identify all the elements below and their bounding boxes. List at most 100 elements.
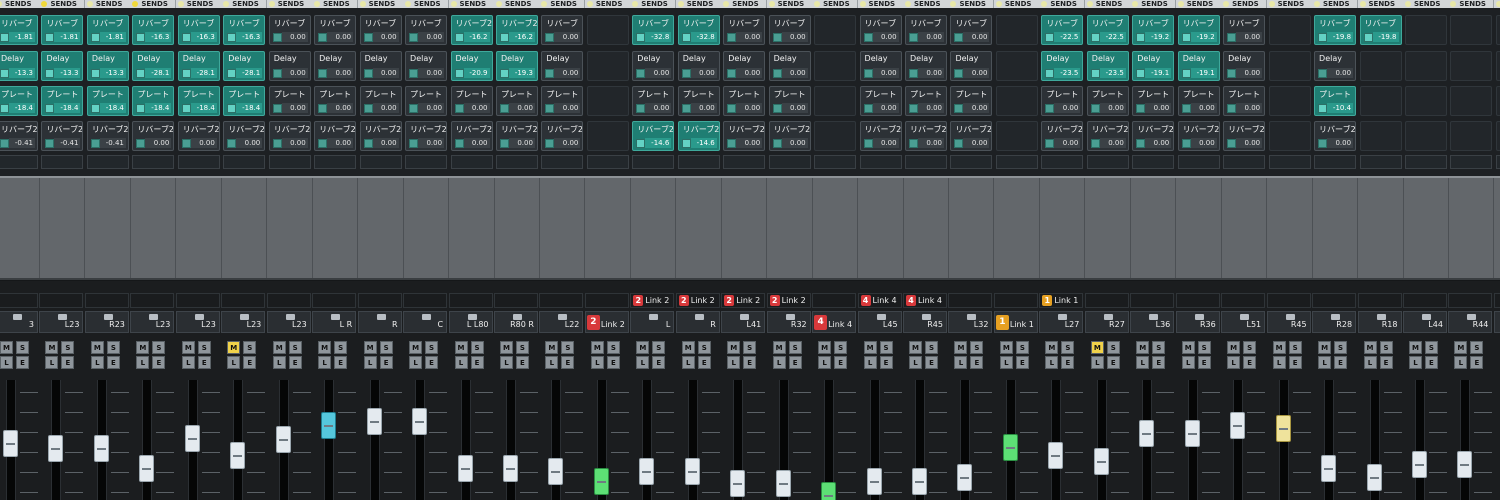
send-slot[interactable]: リバーブ 0.00	[1223, 15, 1266, 45]
mute-button[interactable]: M	[1136, 341, 1150, 354]
link-group-cell[interactable]	[1312, 293, 1357, 308]
send-slot[interactable]: プレート -10.4	[1314, 86, 1357, 116]
edit-button[interactable]: E	[652, 356, 666, 369]
listen-button[interactable]: L	[136, 356, 150, 369]
send-on-icon[interactable]	[45, 139, 55, 148]
sends-indicator-icon[interactable]	[1495, 1, 1500, 7]
send-slot[interactable]: リバーブ2 0.00	[1223, 121, 1266, 151]
send-slot[interactable]: Delay 0.00	[677, 51, 720, 81]
send-slot[interactable]: リバーブ2 0.00	[1177, 121, 1220, 151]
listen-button[interactable]: L	[1136, 356, 1150, 369]
pan-control[interactable]: C	[403, 311, 448, 333]
send-on-icon[interactable]	[227, 139, 237, 148]
send-slot[interactable]: プレート 0.00	[268, 86, 311, 116]
sends-indicator-icon[interactable]	[359, 1, 366, 7]
mute-button[interactable]: M	[1408, 341, 1422, 354]
send-slot[interactable]: Delay -28.1	[177, 51, 220, 81]
send-slot-empty[interactable]	[814, 121, 857, 151]
send-slot[interactable]: リバーブ 0.00	[950, 15, 993, 45]
send-slot[interactable]: Delay 0.00	[768, 51, 811, 81]
pan-control[interactable]: R27	[1084, 311, 1129, 333]
insert-slot[interactable]	[677, 155, 720, 169]
sends-header[interactable]: SENDS	[584, 0, 631, 8]
send-level[interactable]: 0.00	[872, 138, 899, 148]
link-group-cell[interactable]	[312, 293, 357, 308]
send-level[interactable]: 0.00	[1054, 138, 1081, 148]
solo-button[interactable]: S	[379, 341, 393, 354]
listen-button[interactable]: L	[545, 356, 559, 369]
listen-button[interactable]: L	[1454, 356, 1468, 369]
pan-control[interactable]: 4 Link 4	[812, 311, 857, 333]
edit-button[interactable]: E	[743, 356, 757, 369]
send-on-icon[interactable]	[318, 104, 328, 113]
listen-button[interactable]: L	[1363, 356, 1377, 369]
send-slot[interactable]: Delay 0.00	[1314, 51, 1357, 81]
send-slot[interactable]: リバーブ 0.00	[859, 15, 902, 45]
send-slot[interactable]: プレート 0.00	[768, 86, 811, 116]
sends-indicator-icon[interactable]	[268, 1, 275, 7]
send-slot[interactable]: プレート 0.00	[859, 86, 902, 116]
fader-handle[interactable]	[321, 412, 337, 439]
send-on-icon[interactable]	[772, 69, 782, 78]
send-level[interactable]: 0.00	[1236, 103, 1263, 113]
insert-slot[interactable]	[1177, 155, 1220, 169]
send-slot-empty[interactable]	[586, 51, 629, 81]
send-slot[interactable]: Delay 0.00	[723, 51, 766, 81]
fader-handle[interactable]	[1230, 412, 1246, 439]
send-level[interactable]: 0.00	[1327, 68, 1354, 78]
send-level[interactable]: 0.00	[418, 138, 445, 148]
fader-handle[interactable]	[1139, 420, 1155, 447]
sends-indicator-icon[interactable]	[1404, 1, 1411, 7]
send-level[interactable]: 0.00	[872, 103, 899, 113]
send-level[interactable]: -1.81	[99, 32, 126, 42]
send-slot[interactable]: リバーブ 0.00	[314, 15, 357, 45]
send-slot[interactable]: プレート 0.00	[314, 86, 357, 116]
send-level[interactable]: 0.00	[1190, 138, 1217, 148]
mute-button[interactable]: M	[636, 341, 650, 354]
send-slot[interactable]: リバーブ2 0.00	[950, 121, 993, 151]
listen-button[interactable]: L	[681, 356, 695, 369]
send-slot[interactable]: リバーブ -1.81	[0, 15, 38, 45]
send-slot-empty[interactable]	[1268, 86, 1311, 116]
send-on-icon[interactable]	[727, 104, 737, 113]
edit-button[interactable]: E	[425, 356, 439, 369]
link-group-cell[interactable]	[1084, 293, 1129, 308]
sends-indicator-icon[interactable]	[1450, 1, 1457, 7]
link-group-cell[interactable]	[0, 293, 38, 308]
send-on-icon[interactable]	[1181, 69, 1191, 78]
send-level[interactable]: -19.8	[1327, 32, 1354, 42]
link-group-cell[interactable]	[539, 293, 584, 308]
mute-button[interactable]: M	[227, 341, 241, 354]
insert-slot[interactable]	[1086, 155, 1129, 169]
send-on-icon[interactable]	[1136, 139, 1146, 148]
insert-slot[interactable]	[1268, 155, 1311, 169]
send-level[interactable]: 0.00	[1236, 32, 1263, 42]
edit-button[interactable]: E	[515, 356, 529, 369]
solo-button[interactable]: S	[743, 341, 757, 354]
send-level[interactable]: -0.41	[99, 138, 126, 148]
send-slot[interactable]: リバーブ -16.3	[132, 15, 175, 45]
mute-button[interactable]: M	[1090, 341, 1104, 354]
send-slot[interactable]: リバーブ 0.00	[541, 15, 584, 45]
link-group-cell[interactable]: 4 Link 4	[903, 293, 947, 308]
edit-button[interactable]: E	[1243, 356, 1257, 369]
send-slot[interactable]: リバーブ2 0.00	[1132, 121, 1175, 151]
pan-control[interactable]: R	[675, 311, 720, 333]
pan-control[interactable]: R18	[1357, 311, 1402, 333]
send-slot[interactable]: リバーブ 0.00	[268, 15, 311, 45]
send-on-icon[interactable]	[954, 33, 964, 42]
sends-header[interactable]: SENDS	[1402, 0, 1449, 8]
send-on-icon[interactable]	[863, 69, 873, 78]
solo-button[interactable]: S	[334, 341, 348, 354]
send-slot[interactable]: リバーブ2 -16.2	[450, 15, 493, 45]
send-on-icon[interactable]	[1181, 139, 1191, 148]
send-level[interactable]: -19.8	[1372, 32, 1399, 42]
sends-indicator-icon[interactable]	[1268, 1, 1275, 7]
link-group-cell[interactable]	[1221, 293, 1266, 308]
insert-slot[interactable]	[859, 155, 902, 169]
send-level[interactable]: 0.00	[1236, 68, 1263, 78]
send-level[interactable]: -16.3	[236, 32, 263, 42]
fader-handle[interactable]	[684, 458, 700, 485]
edit-button[interactable]: E	[1015, 356, 1029, 369]
send-on-icon[interactable]	[1227, 139, 1237, 148]
